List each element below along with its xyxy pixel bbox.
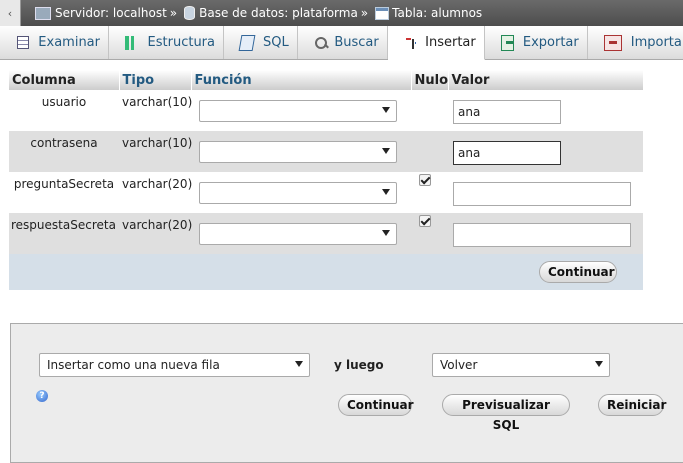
header-null: Nulo bbox=[411, 70, 449, 90]
tab-examinar[interactable]: Examinar bbox=[0, 26, 109, 59]
column-name: contrasena bbox=[9, 131, 119, 172]
value-input[interactable] bbox=[453, 141, 561, 165]
column-type: varchar(20) bbox=[119, 213, 192, 254]
search-icon bbox=[314, 36, 327, 50]
function-select[interactable] bbox=[199, 141, 397, 163]
value-input[interactable] bbox=[453, 100, 561, 124]
continue-button[interactable]: Continuar bbox=[539, 261, 617, 283]
column-name: respuestaSecreta bbox=[9, 213, 119, 254]
breadcrumb-server-label: Servidor: localhost bbox=[55, 6, 167, 20]
tab-exportar[interactable]: Exportar bbox=[485, 26, 588, 59]
chevron-down-icon bbox=[382, 107, 390, 113]
chevron-down-icon bbox=[382, 148, 390, 154]
back-arrow-icon[interactable]: ‹ bbox=[0, 0, 21, 26]
function-select[interactable] bbox=[199, 100, 397, 122]
chevron-down-icon bbox=[595, 361, 603, 367]
tab-estructura[interactable]: Estructura bbox=[109, 26, 224, 59]
table-row: contrasena varchar(10) bbox=[9, 131, 643, 172]
breadcrumb-separator: » bbox=[360, 6, 369, 20]
tab-label: Importar bbox=[630, 35, 683, 50]
help-icon[interactable]: ? bbox=[36, 390, 48, 402]
continue-button[interactable]: Continuar bbox=[338, 394, 414, 416]
sql-icon bbox=[238, 34, 256, 51]
after-insert-select[interactable]: Volver bbox=[432, 353, 610, 377]
tab-importar[interactable]: Importar bbox=[588, 26, 683, 59]
column-type: varchar(10) bbox=[119, 90, 192, 131]
tab-label: Estructura bbox=[147, 35, 215, 50]
value-input[interactable] bbox=[453, 223, 631, 247]
preview-sql-button[interactable]: Previsualizar SQL bbox=[442, 394, 570, 432]
database-icon bbox=[184, 6, 196, 20]
reset-button[interactable]: Reiniciar bbox=[598, 394, 666, 416]
breadcrumb-bar: ‹ Servidor: localhost » Base de datos: p… bbox=[0, 0, 683, 26]
breadcrumb-database-label: Base de datos: plataforma bbox=[199, 6, 358, 20]
then-label: y luego bbox=[334, 358, 384, 372]
tab-label: Insertar bbox=[425, 35, 476, 50]
function-select[interactable] bbox=[199, 223, 397, 245]
insert-mode-value: Insertar como una nueva fila bbox=[47, 358, 220, 372]
header-function: Función bbox=[191, 70, 412, 90]
header-value: Valor bbox=[448, 70, 644, 90]
structure-icon bbox=[125, 35, 139, 50]
tab-bar: Examinar Estructura SQL Buscar Insertar … bbox=[0, 26, 683, 60]
column-name: usuario bbox=[9, 90, 119, 131]
header-column: Columna bbox=[9, 70, 120, 90]
breadcrumb-database[interactable]: Base de datos: plataforma » bbox=[184, 6, 371, 20]
null-checkbox[interactable] bbox=[419, 215, 431, 227]
after-insert-value: Volver bbox=[440, 358, 478, 372]
insert-options-panel: Insertar como una nueva fila y luego Vol… bbox=[10, 323, 683, 463]
chevron-down-icon bbox=[295, 361, 303, 367]
tab-label: Exportar bbox=[522, 35, 579, 50]
insert-mode-select[interactable]: Insertar como una nueva fila bbox=[39, 353, 310, 377]
breadcrumb-table[interactable]: Tabla: alumnos bbox=[375, 6, 482, 20]
function-select[interactable] bbox=[199, 182, 397, 204]
tab-label: Examinar bbox=[38, 35, 100, 50]
table-row: preguntaSecreta varchar(20) bbox=[9, 172, 643, 213]
value-input[interactable] bbox=[453, 182, 631, 206]
browse-icon bbox=[17, 36, 30, 49]
table-row: usuario varchar(10) bbox=[9, 90, 643, 131]
null-checkbox[interactable] bbox=[419, 174, 431, 186]
breadcrumb-separator: » bbox=[169, 6, 178, 20]
table-row: respuestaSecreta varchar(20) bbox=[9, 213, 643, 254]
breadcrumb-table-label: Tabla: alumnos bbox=[392, 6, 483, 20]
server-icon bbox=[35, 6, 51, 20]
chevron-down-icon bbox=[382, 230, 390, 236]
table-icon bbox=[375, 6, 390, 20]
import-icon bbox=[603, 34, 622, 51]
tab-buscar[interactable]: Buscar bbox=[298, 26, 388, 59]
tab-label: Buscar bbox=[334, 35, 379, 50]
tab-label: SQL bbox=[263, 35, 289, 50]
tab-insertar[interactable]: Insertar bbox=[387, 26, 485, 60]
column-type: varchar(10) bbox=[119, 131, 192, 172]
table-footer: Continuar bbox=[9, 254, 643, 290]
insert-icon bbox=[403, 35, 417, 50]
insert-form-table: Columna Tipo Función Nulo Valor usuario … bbox=[9, 70, 644, 290]
export-icon bbox=[500, 34, 514, 51]
tab-sql[interactable]: SQL bbox=[224, 26, 298, 59]
chevron-down-icon bbox=[382, 189, 390, 195]
breadcrumb-server[interactable]: Servidor: localhost » bbox=[35, 6, 180, 20]
header-type: Tipo bbox=[119, 70, 192, 90]
column-type: varchar(20) bbox=[119, 172, 192, 213]
column-name: preguntaSecreta bbox=[9, 172, 119, 213]
